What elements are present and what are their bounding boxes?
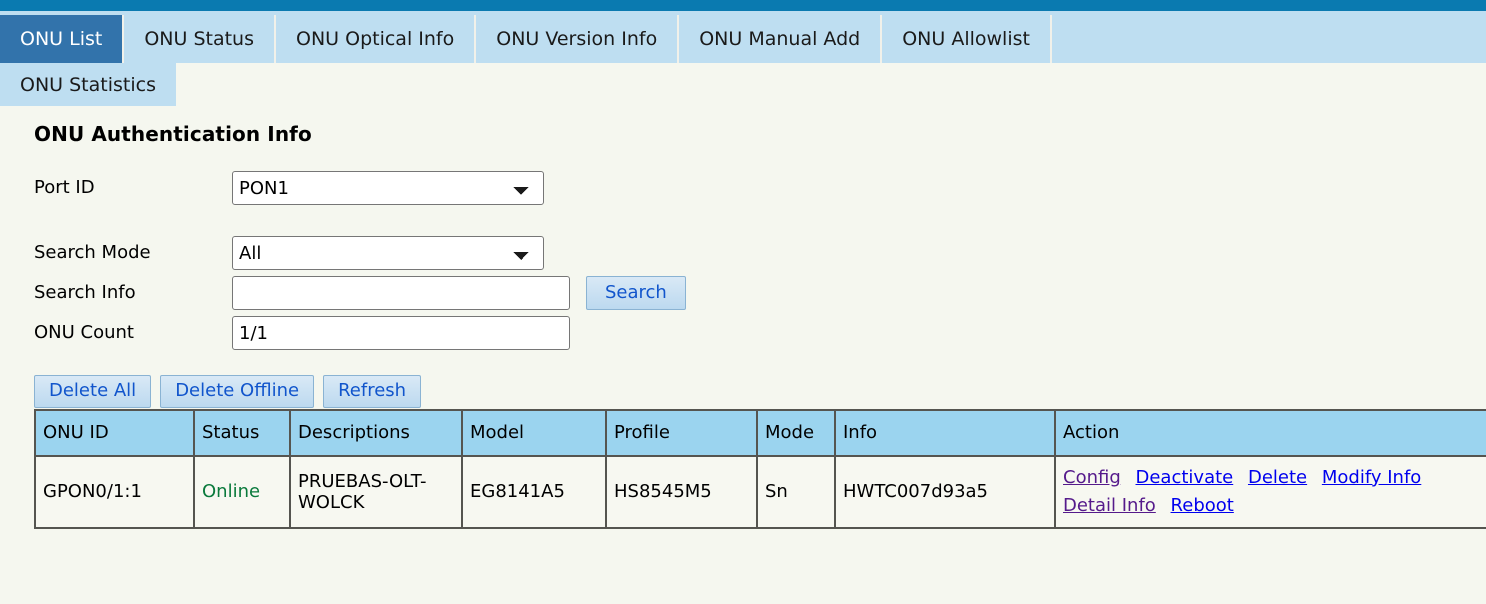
- tab-onu-list[interactable]: ONU List: [0, 15, 124, 63]
- onu-table: ONU IDStatusDescriptionsModelProfileMode…: [34, 409, 1486, 529]
- tab-onu-optical-info[interactable]: ONU Optical Info: [276, 15, 476, 63]
- search-info-input[interactable]: [232, 276, 570, 310]
- action-link-reboot[interactable]: Reboot: [1171, 495, 1234, 516]
- tab-label: ONU Version Info: [496, 28, 657, 50]
- search-info-label: Search Info: [34, 284, 232, 302]
- tab-onu-status[interactable]: ONU Status: [124, 15, 276, 63]
- main-content: ONU Authentication Info Port ID PON1 Sea…: [0, 122, 1486, 529]
- primary-tab-bar: ONU List ONU Status ONU Optical Info ONU Ve…: [0, 11, 1486, 63]
- port-id-row: Port ID PON1: [34, 168, 1486, 208]
- onu-count-row: ONU Count: [34, 313, 1486, 353]
- port-id-label: Port ID: [34, 179, 232, 197]
- column-header-descriptions: Descriptions: [290, 410, 462, 456]
- page-title: ONU Authentication Info: [34, 122, 1486, 146]
- onu-table-body: GPON0/1:1 Online PRUEBAS-OLT-WOLCKEG8141A5…: [35, 456, 1486, 528]
- cell-onu-id: GPON0/1:1: [35, 456, 194, 528]
- search-form: Port ID PON1 Search Mode All Search Info…: [34, 168, 1486, 353]
- search-mode-label: Search Mode: [34, 244, 232, 262]
- tab-label: ONU Statistics: [20, 74, 156, 96]
- delete-all-button[interactable]: Delete All: [34, 375, 151, 408]
- table-toolbar: Delete All Delete Offline Refresh: [34, 375, 1486, 408]
- tab-label: ONU Optical Info: [296, 28, 454, 50]
- tab-onu-statistics[interactable]: ONU Statistics: [0, 63, 176, 106]
- action-link-config[interactable]: Config: [1063, 467, 1121, 488]
- cell-action: Config Deactivate Delete Modify Info Det…: [1055, 456, 1486, 528]
- search-mode-row: Search Mode All: [34, 233, 1486, 273]
- column-header-status: Status: [194, 410, 290, 456]
- port-id-select[interactable]: PON1: [232, 171, 544, 205]
- action-link-detail-info[interactable]: Detail Info: [1063, 495, 1156, 516]
- tab-label: ONU Status: [144, 28, 254, 50]
- search-info-row: Search Info Search: [34, 273, 1486, 313]
- tab-bar-filler: [1052, 15, 1486, 63]
- tab-onu-allowlist[interactable]: ONU Allowlist: [882, 15, 1052, 63]
- delete-offline-button[interactable]: Delete Offline: [160, 375, 314, 408]
- onu-count-label: ONU Count: [34, 324, 232, 342]
- tab-label: ONU Manual Add: [699, 28, 860, 50]
- table-row: GPON0/1:1 Online PRUEBAS-OLT-WOLCKEG8141A5…: [35, 456, 1486, 528]
- action-link-deactivate[interactable]: Deactivate: [1136, 467, 1234, 488]
- column-header-info: Info: [835, 410, 1055, 456]
- tab-onu-manual-add[interactable]: ONU Manual Add: [679, 15, 882, 63]
- top-accent-bar: [0, 0, 1486, 11]
- secondary-tab-bar: ONU Statistics: [0, 63, 1486, 110]
- column-header-action: Action: [1055, 410, 1486, 456]
- cell-model: EG8141A5: [462, 456, 606, 528]
- column-header-mode: Mode: [757, 410, 835, 456]
- action-link-modify-info[interactable]: Modify Info: [1322, 467, 1421, 488]
- onu-count-input[interactable]: [232, 316, 570, 350]
- cell-info: HWTC007d93a5: [835, 456, 1055, 528]
- tab-onu-version-info[interactable]: ONU Version Info: [476, 15, 679, 63]
- search-mode-select[interactable]: All: [232, 236, 544, 270]
- column-header-profile: Profile: [606, 410, 757, 456]
- tab-label: ONU Allowlist: [902, 28, 1030, 50]
- cell-mode: Sn: [757, 456, 835, 528]
- table-header-row: ONU IDStatusDescriptionsModelProfileMode…: [35, 410, 1486, 456]
- cell-descriptions: PRUEBAS-OLT-WOLCK: [290, 456, 462, 528]
- column-header-model: Model: [462, 410, 606, 456]
- tab-label: ONU List: [20, 28, 102, 50]
- refresh-button[interactable]: Refresh: [323, 375, 421, 408]
- column-header-onu-id: ONU ID: [35, 410, 194, 456]
- search-button[interactable]: Search: [586, 276, 686, 311]
- onu-table-head: ONU IDStatusDescriptionsModelProfileMode…: [35, 410, 1486, 456]
- cell-status-value: Online: [202, 481, 260, 502]
- cell-status: Online: [194, 456, 290, 528]
- action-link-delete[interactable]: Delete: [1248, 467, 1307, 488]
- cell-profile: HS8545M5: [606, 456, 757, 528]
